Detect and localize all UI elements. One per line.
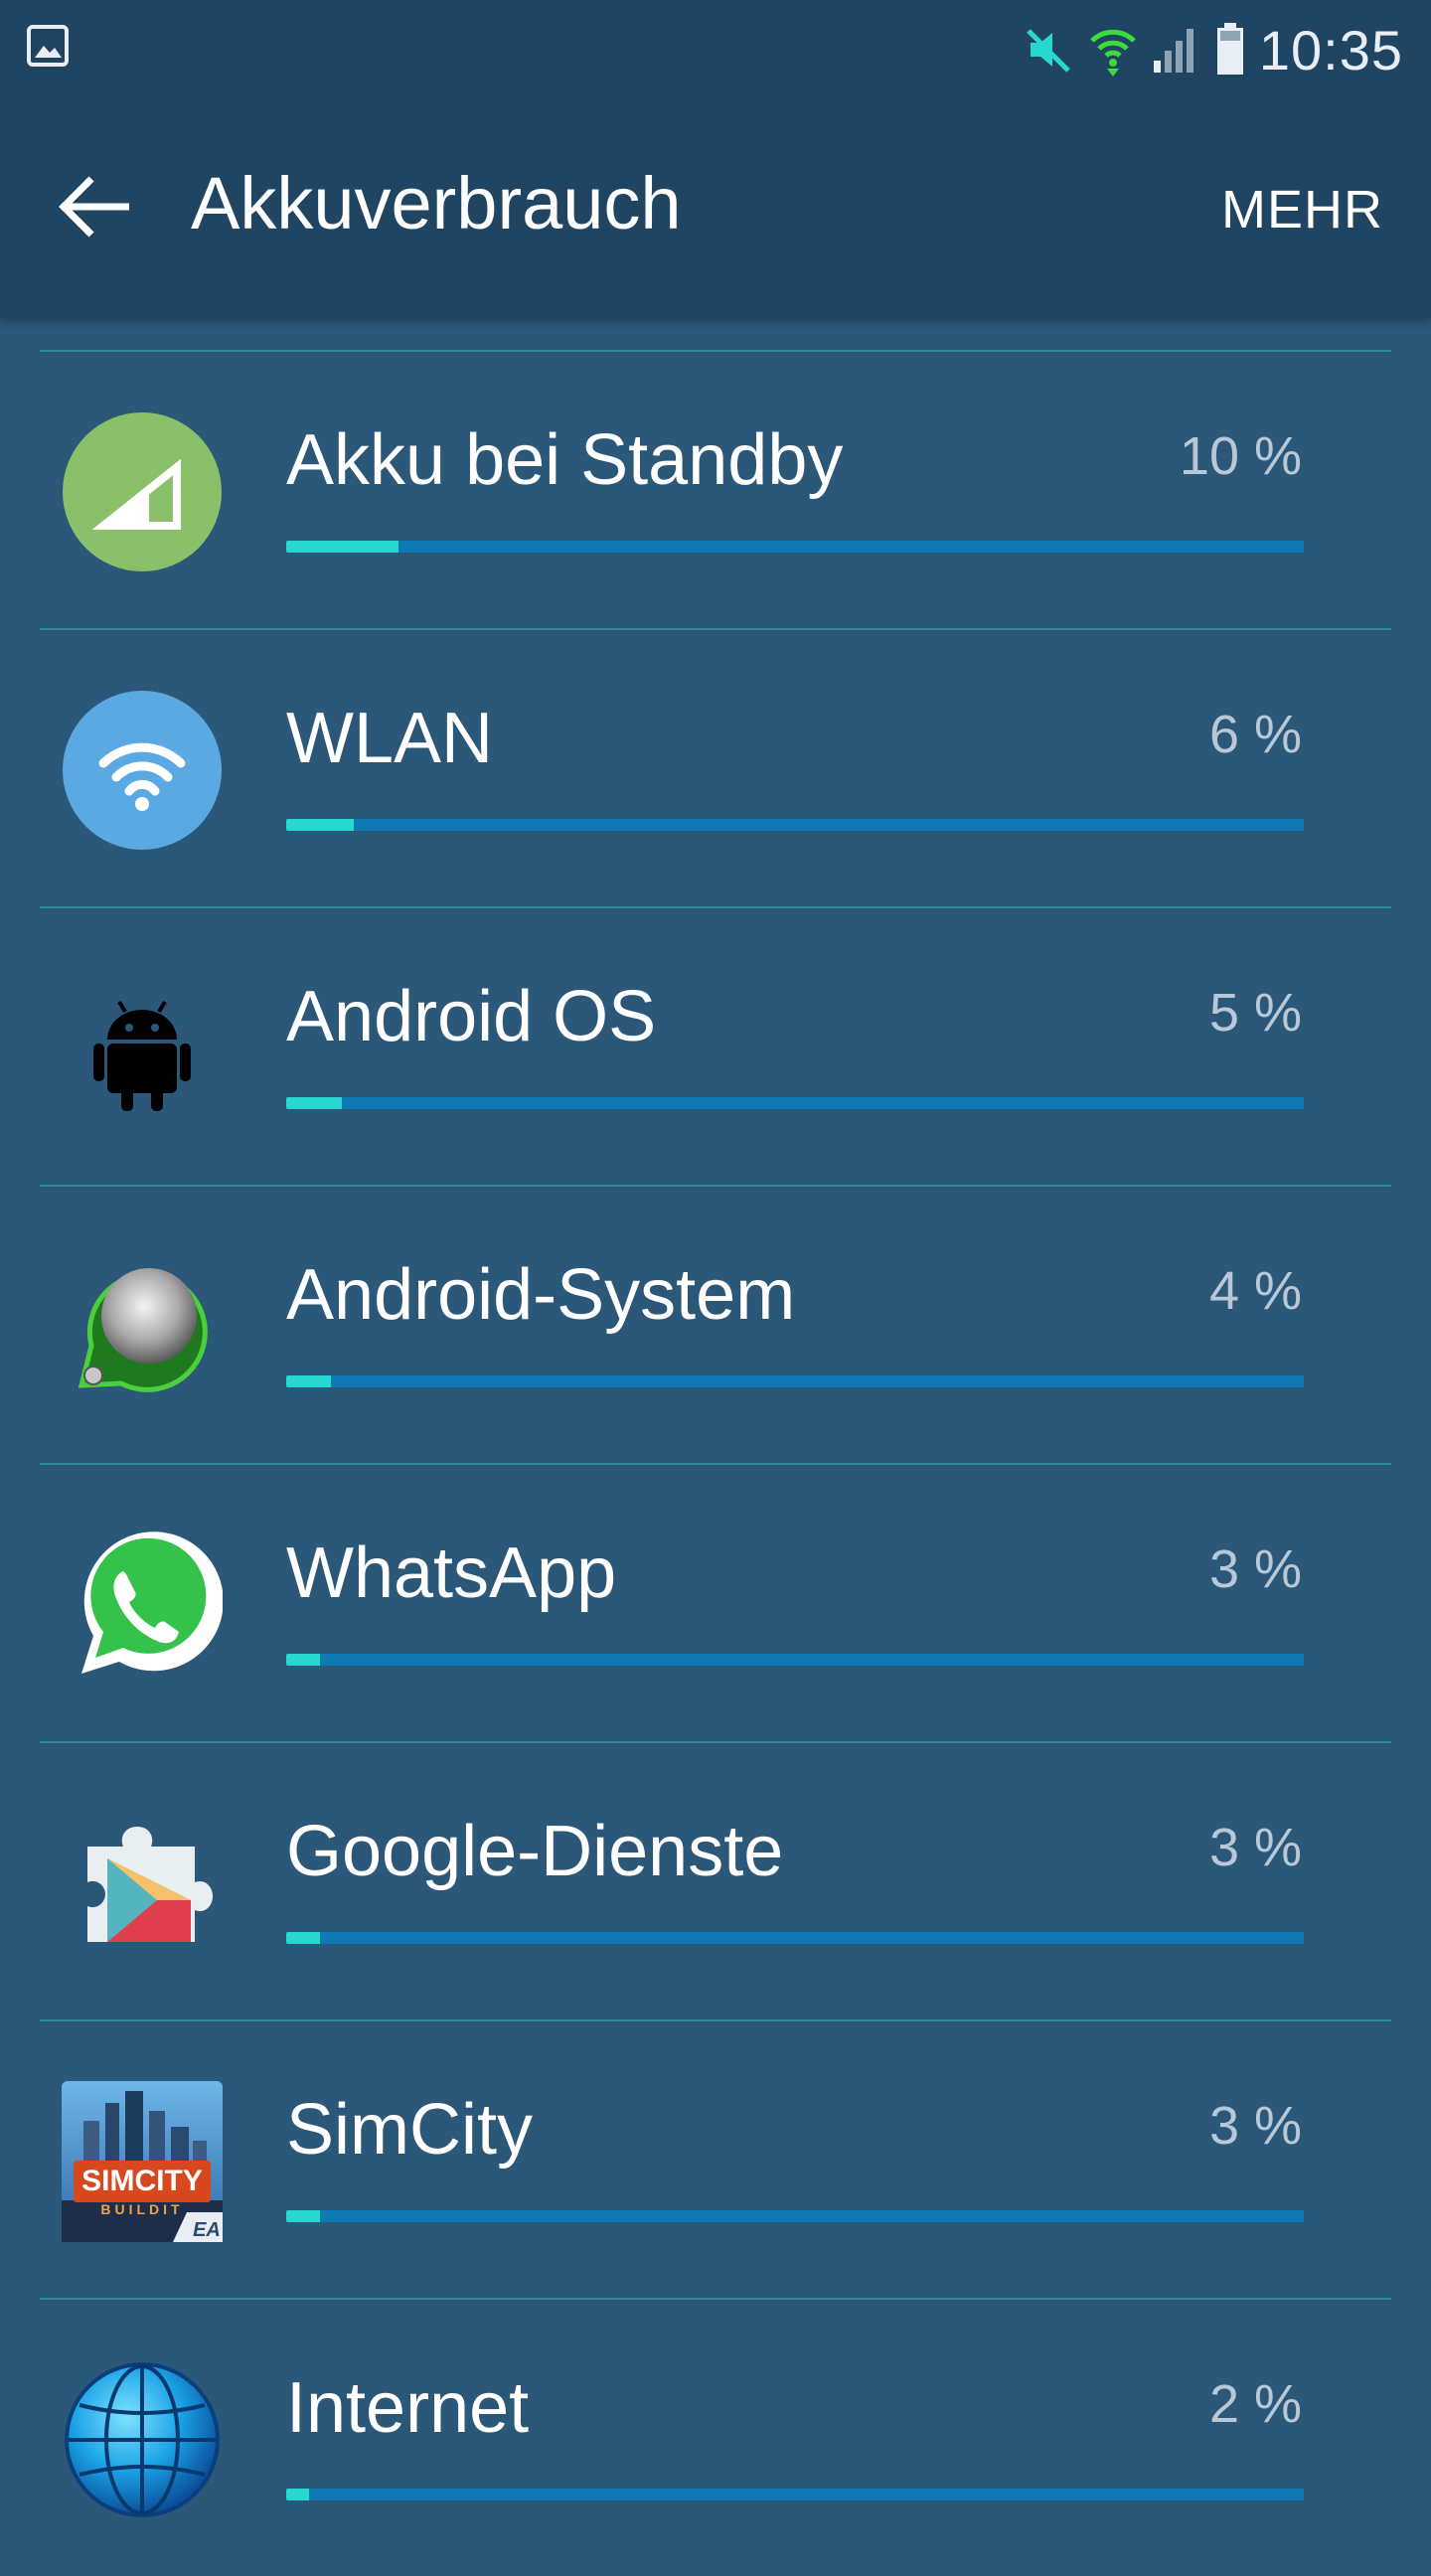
usage-bar: [286, 1932, 1304, 1944]
item-label: Akku bei Standby: [286, 420, 844, 500]
item-label: Google-Dienste: [286, 1812, 784, 1891]
list-item-internet[interactable]: Internet 2 %: [0, 2298, 1431, 2576]
usage-bar: [286, 1097, 1304, 1109]
usage-bar-fill: [286, 2489, 309, 2500]
list-item-android-os[interactable]: Android OS 5 %: [0, 906, 1431, 1185]
list-item-simcity[interactable]: SIMCITY BUILDIT EA SimCity 3 %: [0, 2019, 1431, 2298]
usage-bar-fill: [286, 541, 398, 553]
item-label: Internet: [286, 2368, 530, 2448]
item-percent: 10 %: [1179, 426, 1302, 486]
item-percent: 3 %: [1208, 2096, 1302, 2156]
android-system-icon: [78, 1268, 208, 1392]
list-item-whatsapp[interactable]: WhatsApp 3 %: [0, 1463, 1431, 1741]
item-percent: 4 %: [1208, 1261, 1302, 1321]
item-percent: 6 %: [1208, 705, 1302, 764]
signal-icon: [63, 412, 222, 571]
simcity-logo-text: SIMCITY: [81, 2165, 203, 2197]
item-percent: 5 %: [1208, 983, 1302, 1043]
gallery-notification-icon: [27, 25, 69, 67]
list-item-wlan[interactable]: WLAN 6 %: [0, 628, 1431, 906]
list-item-akku-bei-standby[interactable]: Akku bei Standby 10 %: [0, 350, 1431, 628]
usage-bar-fill: [286, 1375, 332, 1387]
item-label: SimCity: [286, 2090, 533, 2170]
status-bar: 10:35: [0, 0, 1431, 99]
usage-bar: [286, 2210, 1304, 2222]
cell-signal-icon: [1153, 29, 1193, 73]
item-label: WLAN: [286, 699, 494, 778]
usage-bar: [286, 1654, 1304, 1666]
item-percent: 2 %: [1208, 2374, 1302, 2434]
usage-bar: [286, 819, 1304, 831]
google-play-services-icon: [87, 1827, 213, 1942]
android-icon: [93, 1000, 191, 1111]
usage-bar-fill: [286, 2210, 320, 2222]
item-percent: 3 %: [1208, 1539, 1302, 1599]
internet-globe-icon: [65, 2362, 220, 2517]
usage-bar: [286, 1375, 1304, 1387]
usage-bar: [286, 2489, 1304, 2500]
item-label: WhatsApp: [286, 1533, 617, 1613]
item-percent: 3 %: [1208, 1818, 1302, 1877]
back-arrow-icon[interactable]: [58, 175, 133, 239]
item-label: Android-System: [286, 1255, 796, 1335]
list-item-google-dienste[interactable]: Google-Dienste 3 %: [0, 1741, 1431, 2019]
usage-bar: [286, 541, 1304, 553]
battery-icon: [1216, 23, 1243, 75]
simcity-icon: SIMCITY BUILDIT EA: [62, 2081, 223, 2242]
ea-logo-text: EA: [193, 2219, 221, 2241]
usage-bar-fill: [286, 1932, 320, 1944]
item-label: Android OS: [286, 977, 657, 1056]
usage-bar-fill: [286, 819, 354, 831]
mute-icon: [1027, 29, 1070, 73]
whatsapp-icon: [81, 1531, 223, 1674]
usage-bar-fill: [286, 1654, 320, 1666]
simcity-logo-subtext: BUILDIT: [100, 2201, 183, 2217]
clock: 10:35: [1258, 18, 1403, 81]
app-bar: Akkuverbrauch MEHR: [0, 99, 1431, 318]
page-title: Akkuverbrauch: [191, 162, 682, 244]
usage-bar-fill: [286, 1097, 343, 1109]
list-item-android-system[interactable]: Android-System 4 %: [0, 1185, 1431, 1463]
more-button[interactable]: MEHR: [1221, 179, 1383, 241]
wifi-status-icon: [1090, 29, 1136, 77]
wifi-icon: [63, 691, 222, 850]
